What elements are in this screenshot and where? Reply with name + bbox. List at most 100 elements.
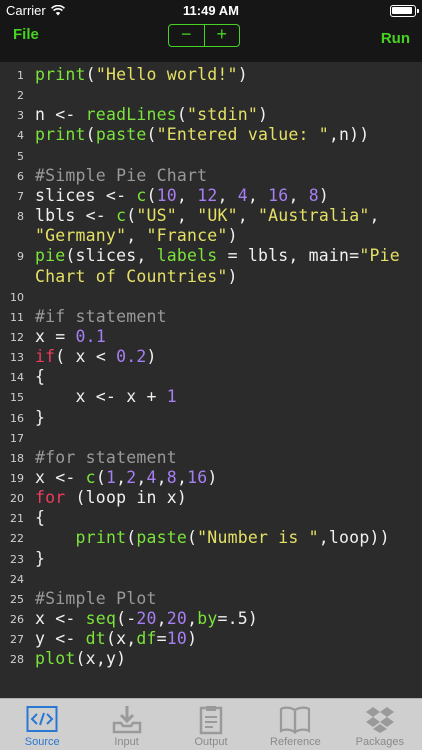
code-line[interactable]: 8 lbls <- c("US", "UK", "Australia",: [0, 206, 422, 226]
code-text: }: [35, 408, 45, 427]
code-line[interactable]: 22 print(paste("Number is ",loop)): [0, 528, 422, 548]
navigation-bar: Carrier 11:49 AM File − + Run: [0, 0, 422, 62]
code-line[interactable]: 12 x = 0.1: [0, 327, 422, 347]
code-token: ): [318, 185, 330, 205]
code-text: {: [35, 367, 45, 386]
tab-bar: Source Input Output Reference Packages: [0, 698, 422, 750]
code-token: ,: [156, 609, 167, 629]
code-token: ): [227, 226, 238, 246]
code-token: ,: [126, 226, 147, 246]
code-line[interactable]: 14 {: [0, 367, 422, 387]
battery-icon: [390, 5, 419, 17]
code-editor[interactable]: 1 print("Hello world!") 2 3 n <- readLines("…: [0, 62, 422, 698]
code-line[interactable]: 25 #Simple Plot: [0, 589, 422, 609]
code-line[interactable]: 17: [0, 428, 422, 448]
line-number: 20: [10, 492, 24, 506]
file-button[interactable]: File: [13, 26, 39, 43]
code-token: (: [126, 528, 137, 548]
code-line[interactable]: 15 x <- x + 1: [0, 387, 422, 407]
line-number: 17: [10, 431, 24, 445]
code-token: 1: [166, 387, 177, 407]
code-token: = lbls, main=: [217, 246, 360, 266]
code-line[interactable]: 18 #for statement: [0, 448, 422, 468]
code-token: ,: [176, 206, 198, 226]
code-token: ): [207, 468, 218, 487]
line-number: 4: [17, 129, 24, 143]
code-text: {: [35, 508, 45, 527]
code-token: plot: [35, 649, 76, 669]
code-token: print: [75, 528, 127, 548]
code-token: c: [116, 206, 127, 226]
code-line[interactable]: 16}: [0, 408, 422, 428]
code-token: }: [35, 407, 46, 427]
code-token: =.5): [217, 609, 259, 629]
tab-label: Input: [114, 736, 139, 748]
code-token: (: [95, 468, 106, 487]
code-token: "stdin": [187, 105, 258, 125]
code-line[interactable]: 1 print("Hello world!"): [0, 65, 422, 85]
code-token: (: [85, 125, 96, 145]
code-token: 10: [166, 629, 188, 649]
code-token: #Simple Pie Chart: [35, 165, 208, 185]
code-token: ): [257, 105, 269, 125]
code-token: readLines: [85, 105, 177, 125]
increase-button[interactable]: +: [205, 25, 240, 46]
code-line[interactable]: 13 if( x < 0.2): [0, 347, 422, 367]
code-token: ,: [237, 206, 259, 226]
code-line[interactable]: 20 for (loop in x): [0, 488, 422, 508]
decrease-button[interactable]: −: [169, 25, 205, 46]
code-token: y <-: [35, 629, 86, 649]
code-token: lbls <-: [35, 206, 117, 226]
code-line[interactable]: 26 x <- seq(-20,20,by=.5): [0, 609, 422, 629]
tab-packages[interactable]: Packages: [338, 699, 422, 750]
code-line[interactable]: 2: [0, 85, 422, 105]
code-line[interactable]: Chart of Countries"): [0, 267, 422, 287]
code-line[interactable]: 10: [0, 287, 422, 307]
run-button[interactable]: Run: [381, 30, 410, 47]
code-line[interactable]: 27 y <- dt(x,df=10): [0, 629, 422, 649]
code-line[interactable]: 21 {: [0, 508, 422, 528]
code-token: (slices,: [65, 246, 157, 266]
code-token: print: [35, 125, 86, 145]
code-token: x <-: [35, 609, 86, 629]
code-token: ,loop)): [318, 528, 390, 548]
code-token: "France": [146, 226, 228, 246]
tab-reference[interactable]: Reference: [253, 699, 337, 750]
code-token: ( x <: [55, 347, 117, 367]
code-token: ): [146, 347, 157, 367]
code-text: "Germany", "France"): [35, 226, 238, 245]
code-line[interactable]: 3 n <- readLines("stdin"): [0, 105, 422, 125]
code-line[interactable]: 23}: [0, 549, 422, 569]
code-line[interactable]: 5: [0, 146, 422, 166]
code-text: print("Hello world!"): [35, 65, 248, 84]
tab-output[interactable]: Output: [169, 699, 253, 750]
code-text: slices <- c(10, 12, 4, 16, 8): [35, 186, 329, 205]
code-token: ,: [288, 185, 309, 205]
code-line[interactable]: 19 x <- c(1,2,4,8,16): [0, 468, 422, 488]
code-text: pie(slices, labels = lbls, main="Pie: [35, 246, 400, 265]
code-line[interactable]: 11 #if statement: [0, 307, 422, 327]
code-token: paste: [136, 528, 188, 548]
status-bar: Carrier 11:49 AM: [0, 0, 422, 20]
code-icon: [26, 705, 58, 735]
code-line[interactable]: 24: [0, 569, 422, 589]
font-size-stepper: − +: [168, 24, 240, 47]
code-token: df: [136, 629, 157, 649]
code-token: for: [35, 488, 66, 508]
code-token: 10: [156, 185, 177, 205]
code-line[interactable]: "Germany", "France"): [0, 226, 422, 246]
tab-input[interactable]: Input: [84, 699, 168, 750]
line-number: 15: [10, 391, 24, 405]
code-token: {: [35, 367, 46, 387]
line-number: 22: [10, 532, 24, 546]
code-line[interactable]: 9 pie(slices, labels = lbls, main="Pie: [0, 246, 422, 266]
code-token: slices <-: [35, 185, 137, 205]
line-number: 28: [10, 653, 24, 667]
code-line[interactable]: 4 print(paste("Entered value: ",n)): [0, 125, 422, 145]
code-line[interactable]: 28 plot(x,y): [0, 649, 422, 669]
code-token: x =: [35, 326, 76, 346]
code-line[interactable]: 6 #Simple Pie Chart: [0, 166, 422, 186]
tab-source[interactable]: Source: [0, 699, 84, 750]
code-line[interactable]: 7 slices <- c(10, 12, 4, 16, 8): [0, 186, 422, 206]
